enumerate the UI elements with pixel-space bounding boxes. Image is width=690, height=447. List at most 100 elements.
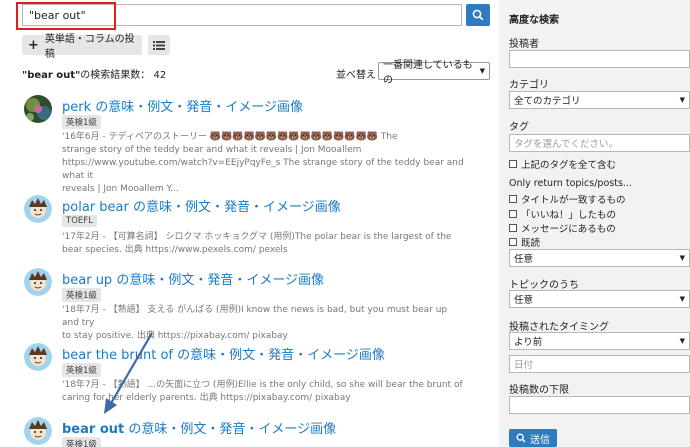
excerpt-line: bear species. 出典 https://www.pexels.com/…	[62, 245, 288, 255]
topic-select[interactable]: 任意 ▼	[509, 290, 690, 308]
chevron-down-icon: ▼	[479, 67, 485, 75]
chevron-down-icon: ▼	[679, 96, 685, 104]
tag-all-label: 上記のタグを全て含む	[521, 160, 617, 171]
avatar	[24, 95, 52, 123]
result-count: "bear out"の検索結果数： 42	[22, 66, 166, 81]
chevron-down-icon: ▼	[679, 337, 685, 345]
read-checkbox[interactable]: 既読	[509, 235, 540, 249]
tag-all-checkbox[interactable]: 上記のタグを全て含む	[509, 157, 616, 171]
excerpt-line: '18年7月 - 【熟語】 ...の矢面に立つ (用例)Ellie is the…	[62, 380, 463, 390]
search-input[interactable]	[23, 5, 461, 25]
level-badge: 英検1級	[62, 437, 101, 447]
search-result: polar bear の意味・例文・発音・イメージ画像 TOEFL '17年2月…	[24, 195, 451, 255]
result-title-rest: の意味・例文・発音・イメージ画像	[91, 100, 303, 115]
tag-input-placeholder: タグを選んでください。	[514, 139, 619, 150]
send-button[interactable]: 送信	[509, 429, 557, 447]
date-input[interactable]: 日付	[509, 355, 690, 373]
advanced-search-panel: 高度な検索 投稿者 カテゴリ 全てのカテゴリ ▼ タグ タグを選んでください。 …	[499, 0, 690, 447]
check-label: 「いいね！」したもの	[521, 210, 617, 221]
category-select[interactable]: 全てのカテゴリ ▼	[509, 91, 690, 109]
level-badge: 英検1級	[62, 115, 101, 129]
result-excerpt: '17年2月 - 【可算名詞】 シロクマ ホッキョクグマ (用例)The pol…	[62, 231, 466, 257]
result-excerpt: '16年6月 - テディベアのストーリー 🐻🐻🐻🐻🐻🐻🐻🐻🐻🐻🐻🐻🐻🐻🐻 The…	[62, 131, 466, 196]
checkbox[interactable]	[509, 238, 517, 246]
search-icon	[516, 433, 526, 443]
excerpt-line: to stay positive. 出典 https://pixabay.com…	[62, 331, 288, 341]
result-title-link[interactable]: bear out の意味・例文・発音・イメージ画像	[62, 418, 336, 437]
category-select-value: 全てのカテゴリ	[514, 96, 581, 107]
excerpt-line: caring for her elderly parents. 出典 https…	[62, 393, 351, 403]
search-result: bear up の意味・例文・発音・イメージ画像 英検1級 '18年7月 - 【…	[24, 268, 447, 341]
timing-label: 投稿されたタイミング	[509, 322, 609, 333]
excerpt-date-text: '16年6月 - テディベアのストーリー	[62, 132, 210, 142]
sort-select-value: 一番関連しているもの	[383, 60, 473, 86]
advanced-search-title: 高度な検索	[509, 15, 559, 26]
poster-label: 投稿者	[509, 39, 539, 50]
chevron-down-icon: ▼	[679, 295, 685, 303]
excerpt-line1-suffix: The	[377, 132, 398, 142]
search-result: bear out の意味・例文・発音・イメージ画像 英検1級	[24, 417, 444, 447]
level-badge: 英検1級	[62, 288, 101, 302]
send-button-label: 送信	[530, 434, 550, 446]
result-title-link[interactable]: bear up の意味・例文・発音・イメージ画像	[62, 269, 324, 288]
poster-input[interactable]	[509, 50, 690, 68]
sort-select[interactable]: 一番関連しているもの ▼	[378, 60, 490, 86]
date-input-placeholder: 日付	[514, 360, 534, 371]
level-badge: 英検1級	[62, 363, 101, 377]
check-label: 既読	[521, 238, 541, 249]
timing-select-value: より前	[514, 337, 543, 348]
avatar	[24, 268, 52, 296]
timing-select[interactable]: より前 ▼	[509, 332, 690, 350]
search-result: perk の意味・例文・発音・イメージ画像 英検1級 '16年6月 - テディベ…	[24, 95, 464, 194]
avatar	[24, 343, 52, 371]
check-label: タイトルが一致するもの	[521, 195, 626, 206]
result-title-keyword: bear out	[62, 422, 125, 437]
search-icon	[472, 9, 484, 21]
search-button[interactable]	[466, 4, 490, 26]
result-title-keyword: bear the brunt of	[62, 348, 173, 363]
result-title-keyword: perk	[62, 100, 92, 115]
post-word-column-button[interactable]: + 英単語・コラムの投稿	[22, 34, 142, 60]
in-messages-checkbox[interactable]: メッセージにあるもの	[509, 221, 616, 235]
result-title-rest: の意味・例文・発音・イメージ画像	[124, 422, 337, 437]
excerpt-line: '18年7月 - 【熟語】 支える がんばる (用例)I know the ne…	[62, 305, 448, 328]
tag-input[interactable]: タグを選んでください。	[509, 134, 690, 152]
avatar	[24, 417, 52, 445]
result-excerpt: '18年7月 - 【熟語】 ...の矢面に立つ (用例)Ellie is the…	[62, 379, 466, 405]
category-label: カテゴリ	[509, 80, 549, 91]
checkbox[interactable]	[509, 210, 517, 218]
tag-label: タグ	[509, 122, 529, 133]
sort-label: 並べ替え	[336, 70, 376, 81]
only-return-select[interactable]: 任意 ▼	[509, 249, 690, 267]
min-posts-input[interactable]	[509, 396, 690, 414]
result-title-link[interactable]: bear the brunt of の意味・例文・発音・イメージ画像	[62, 344, 385, 363]
result-query: "bear out"	[22, 70, 81, 81]
result-title-keyword: bear up	[62, 273, 113, 288]
list-view-button[interactable]	[148, 35, 170, 55]
search-result: bear the brunt of の意味・例文・発音・イメージ画像 英検1級 …	[24, 343, 463, 403]
result-count-text: の検索結果数： 42	[80, 70, 167, 81]
result-title-link[interactable]: polar bear の意味・例文・発音・イメージ画像	[62, 196, 341, 215]
check-label: メッセージにあるもの	[521, 224, 616, 235]
avatar	[24, 195, 52, 223]
excerpt-line: '17年2月 - 【可算名詞】 シロクマ ホッキョクグマ (用例)The pol…	[62, 232, 452, 242]
min-posts-label: 投稿数の下限	[509, 385, 569, 396]
topic-select-value: 任意	[514, 295, 534, 306]
title-match-checkbox[interactable]: タイトルが一致するもの	[509, 192, 626, 206]
topic-label: トピックのうち	[509, 280, 579, 291]
excerpt-line: strange story of the teddy bear and what…	[62, 145, 362, 155]
level-badge: TOEFL	[62, 215, 97, 227]
result-title-link[interactable]: perk の意味・例文・発音・イメージ画像	[62, 96, 303, 115]
liked-checkbox[interactable]: 「いいね！」したもの	[509, 207, 616, 221]
result-excerpt: '18年7月 - 【熟語】 支える がんばる (用例)I know the ne…	[62, 304, 466, 343]
checkbox[interactable]	[509, 160, 517, 168]
only-return-label: Only return topics/posts...	[509, 178, 632, 189]
search-box[interactable]	[22, 4, 462, 26]
result-title-rest: の意味・例文・発音・イメージ画像	[128, 200, 341, 215]
result-title-rest: の意味・例文・発音・イメージ画像	[112, 273, 325, 288]
chevron-down-icon: ▼	[679, 254, 685, 262]
bear-emoji-row: 🐻🐻🐻🐻🐻🐻🐻🐻🐻🐻🐻🐻🐻🐻🐻	[209, 132, 378, 142]
checkbox[interactable]	[509, 224, 517, 232]
list-icon	[153, 41, 165, 50]
checkbox[interactable]	[509, 195, 517, 203]
